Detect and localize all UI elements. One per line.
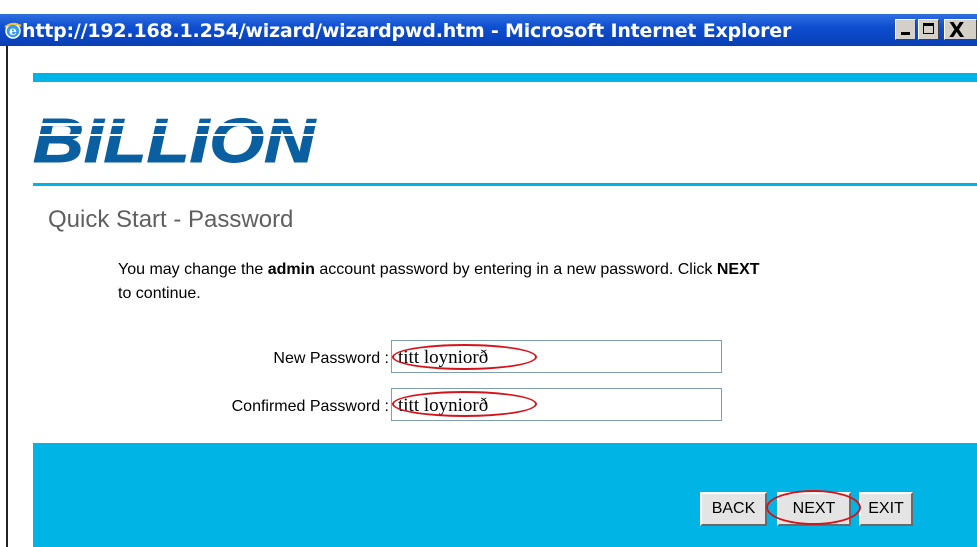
maximize-icon [923,23,934,34]
close-icon: X [949,18,965,42]
confirm-password-label: Confirmed Password : [231,398,389,415]
exit-button[interactable]: EXIT [859,492,913,526]
billion-logo: BILLION [31,107,321,174]
desc-next: NEXT [716,261,760,278]
back-button[interactable]: BACK [700,492,767,526]
desc-text-1: You may change the [118,261,268,278]
desc-text-2: account password by entering in a new pa… [314,261,717,278]
page-description: You may change the admin account passwor… [118,258,968,306]
desc-admin: admin [267,261,315,278]
maximize-button[interactable] [918,19,939,40]
new-password-input[interactable] [391,340,722,373]
top-strip [0,0,977,14]
page-title: Quick Start - Password [48,206,294,233]
next-button[interactable]: NEXT [777,492,851,526]
window-frame-left [0,46,8,547]
header-rule [33,73,977,82]
page-content: BILLION Quick Start - Password You may c… [8,46,977,547]
confirm-password-input[interactable] [391,388,722,421]
window-title: http://192.168.1.254/wizard/wizardpwd.ht… [22,20,792,42]
browser-window: e http://192.168.1.254/wizard/wizardpwd.… [0,0,977,547]
svg-text:e: e [9,24,17,38]
new-password-label: New Password : [273,350,389,367]
minimize-button[interactable] [895,19,916,40]
desc-text-3: to continue. [118,285,201,302]
internet-explorer-icon: e [4,22,22,39]
close-button[interactable]: X [944,18,977,42]
title-rule [33,183,977,186]
logo-text: BILLION [33,107,316,174]
minimize-icon [901,32,910,35]
